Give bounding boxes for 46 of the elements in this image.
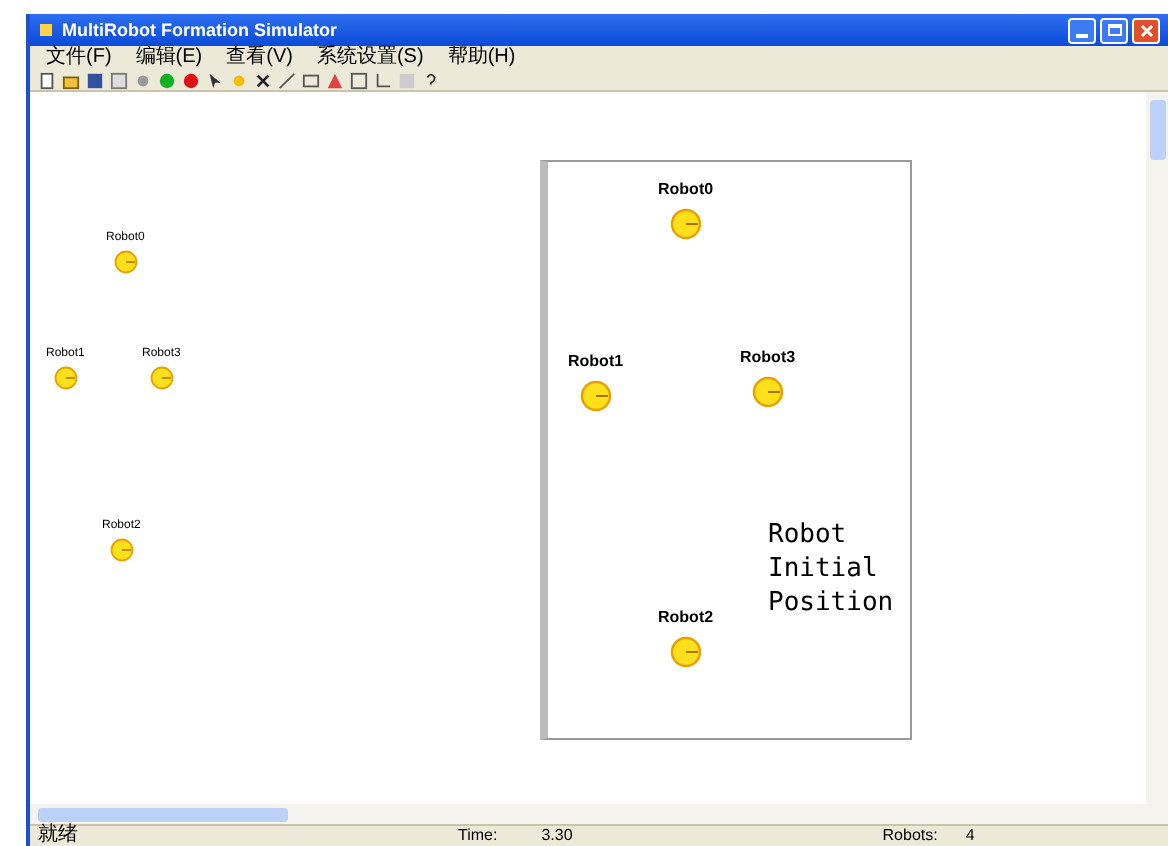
- dot-icon[interactable]: [230, 71, 248, 89]
- rectangle-icon[interactable]: [350, 71, 368, 89]
- menu-item[interactable]: 帮助(H): [447, 48, 516, 68]
- robot-icon: [149, 366, 174, 390]
- dot-icon[interactable]: [134, 71, 152, 89]
- status-label: Time:: [458, 828, 498, 844]
- menu-item[interactable]: 文件(F): [46, 48, 112, 68]
- caption-text: Initial: [768, 552, 878, 586]
- delete-icon[interactable]: [254, 71, 272, 89]
- status-value: 3.30: [541, 828, 573, 844]
- pointer-icon[interactable]: [206, 71, 224, 89]
- robot-icon: [113, 250, 138, 274]
- dot-icon[interactable]: [182, 71, 200, 89]
- menu-item[interactable]: 查看(V): [226, 48, 293, 68]
- close-button[interactable]: [1132, 17, 1160, 43]
- caption-text: Position: [768, 586, 894, 620]
- vertical-scrollbar[interactable]: [1146, 92, 1168, 804]
- robot-label: Robot1: [568, 354, 624, 370]
- robot-icon: [669, 208, 702, 240]
- robot-icon: [579, 380, 612, 412]
- new-file-icon[interactable]: [38, 71, 56, 89]
- dot-icon[interactable]: [158, 71, 176, 89]
- robot-label: Robot2: [658, 610, 714, 626]
- robot-label: Robot3: [740, 350, 796, 366]
- menu-item[interactable]: 系统设置(S): [316, 48, 424, 68]
- rectangle-icon[interactable]: [302, 71, 320, 89]
- robot-icon: [751, 376, 784, 408]
- corner-icon[interactable]: [374, 71, 392, 89]
- status-value: 4: [965, 828, 975, 844]
- close-icon: [1139, 23, 1153, 37]
- maximize-button[interactable]: [1100, 17, 1128, 43]
- status-label: Robots:: [882, 828, 938, 844]
- status-message: 就绪: [38, 826, 78, 846]
- line-icon[interactable]: [278, 71, 296, 89]
- app-icon: [38, 22, 54, 38]
- triangle-icon[interactable]: [326, 71, 344, 89]
- robot-label: Robot0: [658, 182, 714, 198]
- caption-text: Robot: [768, 518, 847, 552]
- robot-icon: [109, 538, 134, 562]
- minimize-button[interactable]: [1068, 17, 1096, 43]
- robot-icon: [53, 366, 78, 390]
- robot-icon: [669, 636, 702, 668]
- window-title: MultiRobot Formation Simulator: [62, 21, 337, 39]
- horizontal-scrollbar[interactable]: [30, 804, 1168, 824]
- menu-item[interactable]: 编辑(E): [135, 48, 203, 68]
- help-icon[interactable]: [422, 71, 440, 89]
